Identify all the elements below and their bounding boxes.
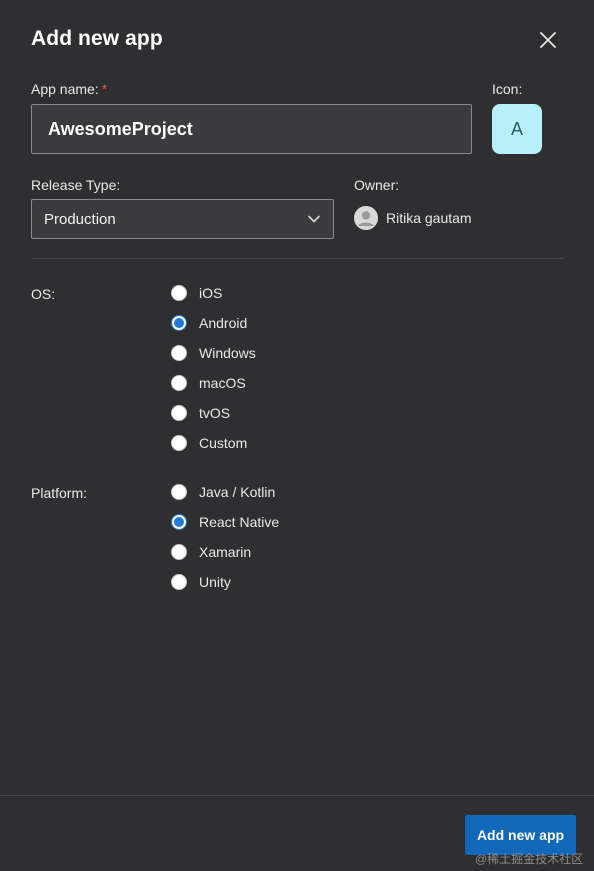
radio-button[interactable] [171,285,187,301]
add-new-app-button[interactable]: Add new app [465,815,576,855]
icon-label: Icon: [492,81,523,97]
close-icon [540,32,556,48]
watermark-text: @稀土掘金技术社区 [475,852,584,866]
radio-button[interactable] [171,345,187,361]
add-app-dialog: Add new app App name:* Icon: A Release T… [0,0,594,871]
os-option-label: tvOS [199,405,231,421]
os-option-macos[interactable]: macOS [171,375,246,391]
dialog-title: Add new app [31,27,163,50]
release-type-value: Production [44,210,116,228]
radio-button-selected[interactable] [171,514,187,530]
os-option-label: iOS [199,285,223,301]
app-name-label-text: App name: [31,81,99,97]
radio-button[interactable] [171,375,187,391]
platform-option-react-native[interactable]: React Native [171,514,279,530]
os-option-custom[interactable]: Custom [171,435,247,451]
platform-option-unity[interactable]: Unity [171,574,231,590]
radio-button-selected[interactable] [171,315,187,331]
platform-option-java-kotlin[interactable]: Java / Kotlin [171,484,275,500]
radio-button[interactable] [171,544,187,560]
platform-option-label: React Native [199,514,280,530]
app-icon-letter: A [510,118,523,139]
os-option-android[interactable]: Android [171,315,247,331]
os-option-label: Windows [199,345,256,361]
required-asterisk: * [101,81,108,97]
radio-button[interactable] [171,435,187,451]
section-divider [31,258,563,259]
footer-divider [0,795,594,796]
platform-label: Platform: [31,485,88,501]
radio-button[interactable] [171,405,187,421]
owner-label: Owner: [354,177,400,193]
platform-option-xamarin[interactable]: Xamarin [171,544,251,560]
app-name-input[interactable] [31,104,472,154]
release-type-label: Release Type: [31,177,121,193]
owner-name: Ritika gautam [386,210,472,226]
platform-option-label: Xamarin [199,544,252,560]
chevron-down-icon [308,215,320,223]
release-type-select[interactable]: Production [31,199,334,239]
app-icon-picker[interactable]: A [492,104,542,154]
platform-option-label: Unity [199,574,231,590]
radio-button[interactable] [171,574,187,590]
os-label: OS: [31,286,56,302]
os-option-ios[interactable]: iOS [171,285,222,301]
user-avatar-icon [354,206,378,230]
os-option-label: Custom [199,435,248,451]
radio-button[interactable] [171,484,187,500]
os-option-tvos[interactable]: tvOS [171,405,230,421]
os-option-label: Android [199,315,248,331]
app-name-label: App name: * [31,81,107,97]
owner-info: Ritika gautam [354,206,472,230]
os-option-windows[interactable]: Windows [171,345,256,361]
close-button[interactable] [532,24,564,56]
platform-option-label: Java / Kotlin [199,484,276,500]
os-option-label: macOS [199,375,246,391]
